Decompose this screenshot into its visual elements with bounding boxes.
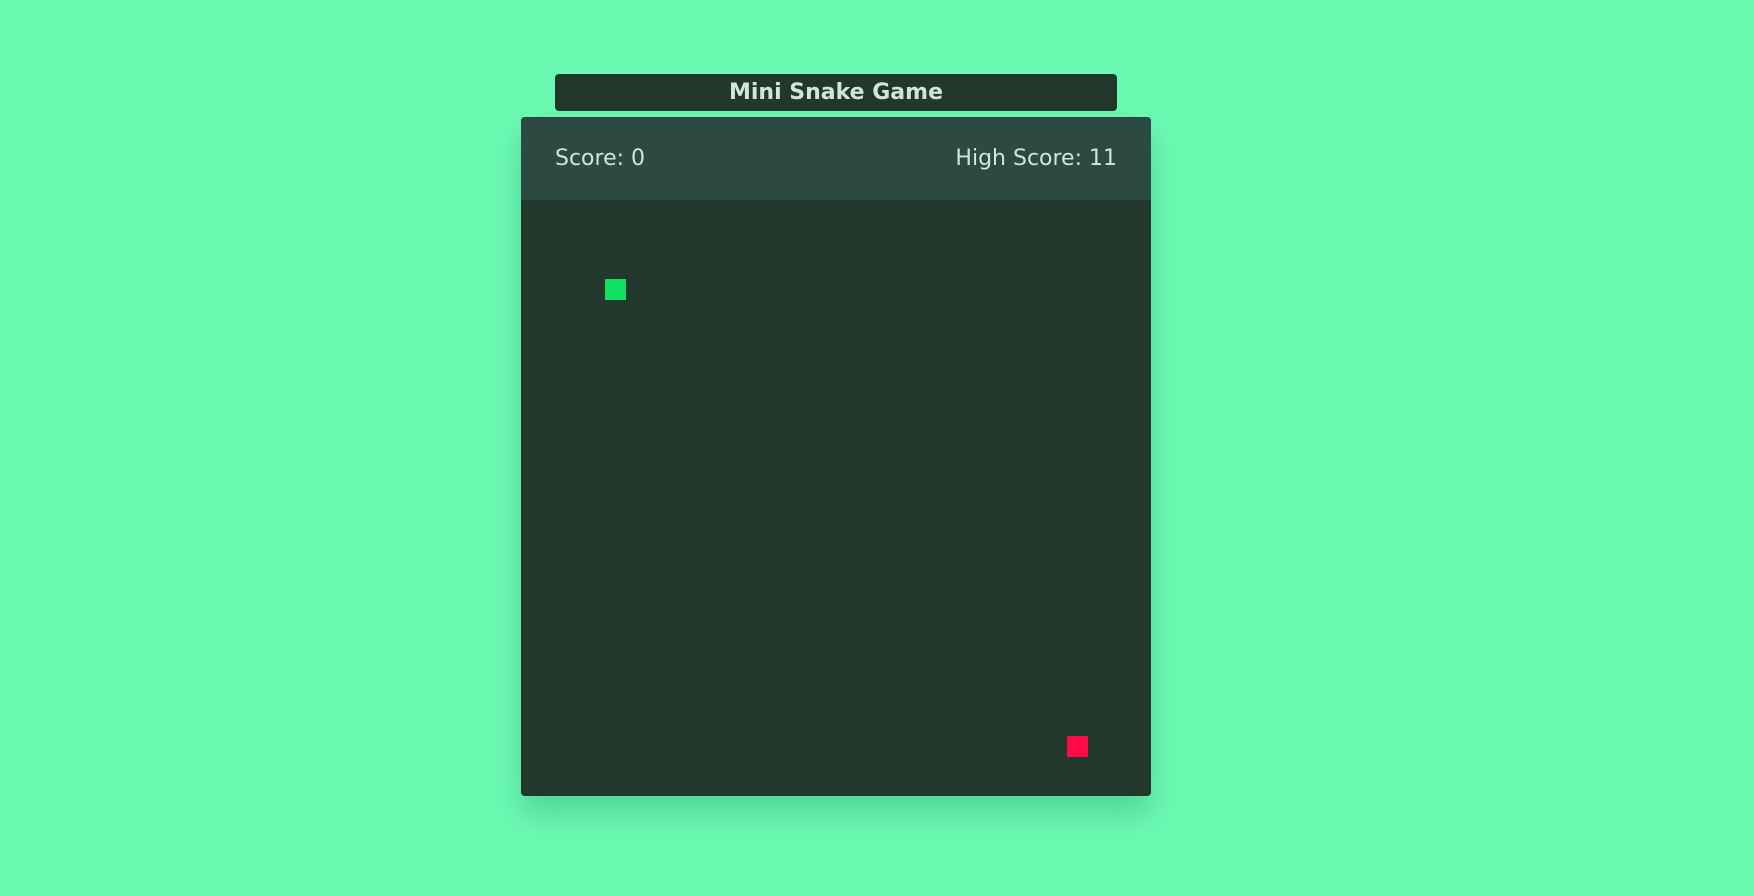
score-bar: Score: 0 High Score: 11 — [521, 117, 1151, 200]
snake-segment — [605, 279, 626, 300]
high-score-display: High Score: 11 — [955, 146, 1117, 171]
game-panel: Score: 0 High Score: 11 — [521, 117, 1151, 796]
game-board[interactable] — [521, 200, 1151, 796]
score-display: Score: 0 — [555, 146, 646, 171]
food-item — [1067, 736, 1088, 757]
game-title: Mini Snake Game — [555, 74, 1117, 111]
